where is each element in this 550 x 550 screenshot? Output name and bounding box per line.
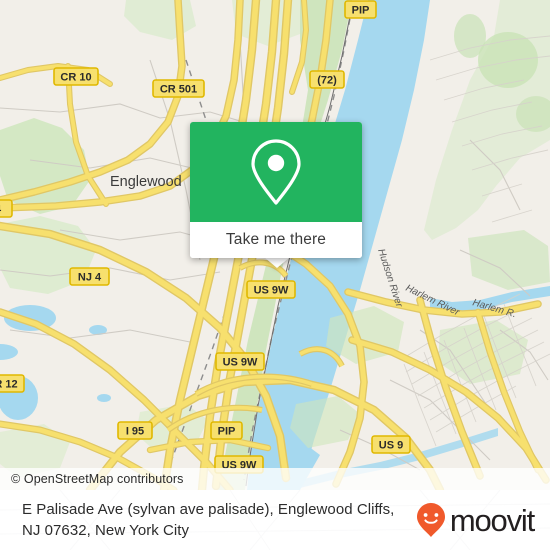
svg-text:PIP: PIP (352, 5, 370, 17)
svg-text:PIP: PIP (218, 426, 236, 438)
footer-bar: E Palisade Ave (sylvan ave palisade), En… (0, 490, 550, 550)
popup-tail (264, 257, 290, 268)
moovit-wordmark: moovit (449, 502, 535, 538)
moovit-logo[interactable]: moovit (416, 502, 550, 538)
place-label-englewood: Englewood (110, 174, 182, 190)
popup-header (190, 122, 362, 222)
screenshot-root: Hudson River Harlem River Harlem R. Engl… (0, 0, 550, 550)
attribution-text: © OpenStreetMap contributors (11, 472, 184, 486)
svg-text:I 95: I 95 (126, 426, 144, 438)
location-address: E Palisade Ave (sylvan ave palisade), En… (22, 501, 395, 539)
moovit-pin-smiley-icon (416, 503, 445, 537)
svg-text:US 9: US 9 (379, 440, 403, 452)
svg-text:CR 12: CR 12 (0, 379, 18, 391)
map-popup-card[interactable]: Take me there (190, 122, 362, 258)
map-pin-icon (251, 139, 301, 205)
svg-text:CR 501: CR 501 (160, 84, 197, 96)
svg-text:CR 10: CR 10 (60, 72, 91, 84)
take-me-there-label: Take me there (225, 231, 327, 248)
svg-text:NJ 4: NJ 4 (78, 272, 102, 284)
svg-text:(72): (72) (317, 75, 337, 87)
svg-text:US 9W: US 9W (254, 285, 289, 297)
svg-text:US 9W: US 9W (223, 357, 258, 369)
map-attribution: © OpenStreetMap contributors (0, 468, 550, 490)
take-me-there-button[interactable]: Take me there (190, 222, 362, 258)
